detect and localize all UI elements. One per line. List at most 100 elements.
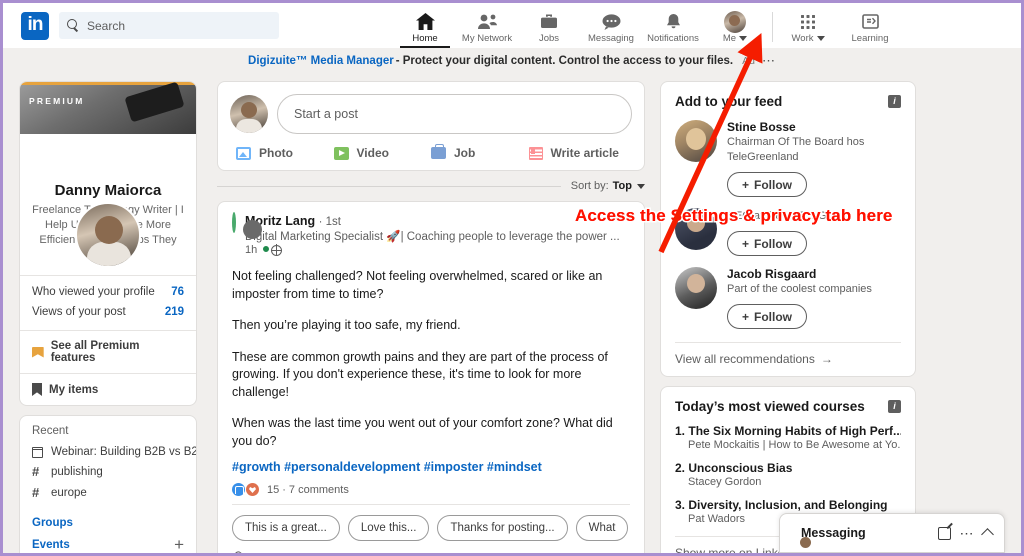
suggestion-name[interactable]: Jacob Risgaard (727, 267, 901, 281)
follow-button-lego-ceo[interactable]: + Follow (727, 231, 808, 256)
recent-item-europe[interactable]: # europe (20, 482, 196, 503)
post-author-avatar[interactable] (232, 212, 236, 233)
info-icon[interactable]: i (888, 400, 901, 413)
nav-label-me: Me (722, 33, 748, 44)
post-paragraph-2: Then you’re playing it too safe, my frie… (232, 318, 461, 332)
recent-item-webinar[interactable]: Webinar: Building B2B vs B2... (20, 443, 196, 461)
view-all-recommendations-link[interactable]: View all recommendations → (675, 342, 901, 366)
premium-features-link[interactable]: See all Premium features (20, 331, 196, 373)
suggestion-description: Part of the coolest companies (727, 283, 872, 295)
feed-sort-row: Sort by: Top (217, 180, 645, 192)
sort-by-value[interactable]: Top (613, 180, 632, 192)
chip-this-is-a-great[interactable]: This is a great... (232, 515, 340, 541)
nav-item-notifications[interactable]: Notifications (642, 3, 704, 48)
feed-suggestion-jacob: Jacob Risgaard Part of the coolest compa… (675, 267, 901, 329)
post-reactions-row[interactable]: 15 · 7 comments (232, 483, 630, 496)
messaging-widget[interactable]: Messaging ⋯ (779, 513, 1005, 553)
compose-icon[interactable] (937, 526, 951, 540)
learning-icon (861, 12, 879, 31)
course-rank: 2. (675, 461, 686, 475)
premium-badge-icon (32, 346, 44, 358)
comment-count[interactable]: 7 comments (289, 484, 349, 496)
avatar (724, 10, 746, 33)
nav-item-my-network[interactable]: My Network (456, 3, 518, 48)
stat-row-profile-views[interactable]: Who viewed your profile 76 (20, 282, 196, 302)
recent-item-publishing[interactable]: # publishing (20, 461, 196, 482)
profile-name[interactable]: Danny Maiorca (20, 182, 196, 199)
course-title-text: The Six Morning Habits of High Perf... (688, 424, 901, 438)
search-input[interactable]: Search (59, 12, 279, 39)
post-author-name[interactable]: Moritz Lang · 1st (245, 214, 630, 228)
chevron-up-icon[interactable] (981, 527, 994, 541)
composer-article-button[interactable]: Write article (528, 146, 627, 160)
composer-article-label: Write article (550, 146, 619, 160)
messaging-title: Messaging (801, 526, 866, 540)
composer-video-button[interactable]: Video (333, 146, 432, 160)
post-author-degree: · 1st (318, 216, 341, 228)
info-icon[interactable]: i (888, 95, 901, 108)
composer-photo-label: Photo (259, 146, 293, 160)
course-title-text: Unconscious Bias (688, 461, 793, 475)
nav-item-jobs[interactable]: Jobs (518, 3, 580, 48)
search-icon (67, 19, 80, 32)
chevron-down-icon (816, 36, 825, 41)
nav-item-home[interactable]: Home (394, 3, 456, 48)
course-rank: 3. (675, 498, 686, 512)
events-link[interactable]: Events + (20, 534, 196, 553)
more-dots-icon[interactable]: ⋯ (960, 526, 975, 540)
linkedin-browser-window: in Search Home My Network Jobs Messaging… (0, 0, 1024, 556)
divider (217, 185, 561, 187)
chip-thanks-for-posting[interactable]: Thanks for posting... (437, 515, 568, 541)
composer-photo-button[interactable]: Photo (236, 146, 334, 160)
profile-cover-image: PREMIUM (20, 82, 196, 134)
course-row-2[interactable]: 2. Unconscious Bias Stacey Gordon (675, 461, 901, 488)
events-label: Events (32, 539, 70, 551)
arrow-right-icon: → (820, 352, 833, 366)
add-event-icon[interactable]: + (174, 536, 184, 553)
post-paragraph-3: These are common growth pains and they a… (232, 349, 608, 399)
follow-button-jacob[interactable]: + Follow (727, 304, 808, 329)
divider (232, 504, 630, 505)
chip-what[interactable]: What (575, 515, 629, 541)
hashtag-icon: # (32, 464, 40, 479)
follow-label: Follow (754, 309, 793, 324)
avatar-icon (724, 10, 746, 33)
article-icon (528, 146, 543, 160)
briefcase-icon (540, 12, 558, 31)
ad-label: Ad (742, 54, 755, 67)
start-a-post-button[interactable]: Start a post (277, 94, 632, 134)
nav-label-jobs: Jobs (538, 33, 560, 44)
course-title-text: Diversity, Inclusion, and Belonging (688, 498, 888, 512)
nav-item-me[interactable]: Me (704, 3, 766, 48)
groups-link[interactable]: Groups (20, 512, 196, 534)
post-timestamp-row: 1h · (245, 244, 630, 256)
profile-stats: Who viewed your profile 76 Views of your… (20, 276, 196, 330)
ad-advertiser-link[interactable]: Digizuite™ Media Manager (248, 55, 394, 67)
reaction-count: 15 (267, 483, 280, 496)
sponsored-banner: Digizuite™ Media Manager - Protect your … (3, 48, 1021, 73)
composer-avatar[interactable] (230, 95, 268, 133)
ad-more-options-icon[interactable]: ⋯ (762, 53, 776, 69)
stat-label: Who viewed your profile (32, 286, 155, 298)
start-a-post-placeholder: Start a post (294, 107, 358, 121)
stat-row-post-views[interactable]: Views of your post 219 (20, 302, 196, 322)
follow-button-stine[interactable]: + Follow (727, 172, 808, 197)
nav-item-messaging[interactable]: Messaging (580, 3, 642, 48)
nav-item-work[interactable]: Work (777, 3, 839, 48)
course-row-1[interactable]: 1. The Six Morning Habits of High Perf..… (675, 424, 901, 451)
nav-item-learning[interactable]: Learning (839, 3, 901, 48)
chip-love-this[interactable]: Love this... (347, 515, 430, 541)
add-to-feed-card: Add to your feed i Stine Bosse Chairman … (660, 81, 916, 377)
composer-job-button[interactable]: Job (431, 144, 529, 160)
profile-avatar[interactable] (75, 202, 141, 268)
post-header: Moritz Lang · 1st Digital Marketing Spec… (232, 212, 630, 256)
my-items-link[interactable]: My items (20, 374, 196, 405)
chevron-down-icon[interactable] (637, 183, 645, 189)
avatar[interactable] (675, 120, 717, 162)
nav-label-me-text: Me (722, 33, 737, 44)
follow-label: Follow (754, 236, 793, 251)
linkedin-logo[interactable]: in (21, 11, 49, 40)
post-hashtags[interactable]: #growth #personaldevelopment #imposter #… (232, 460, 630, 474)
suggestion-name[interactable]: Stine Bosse (727, 120, 901, 134)
avatar[interactable] (675, 267, 717, 309)
